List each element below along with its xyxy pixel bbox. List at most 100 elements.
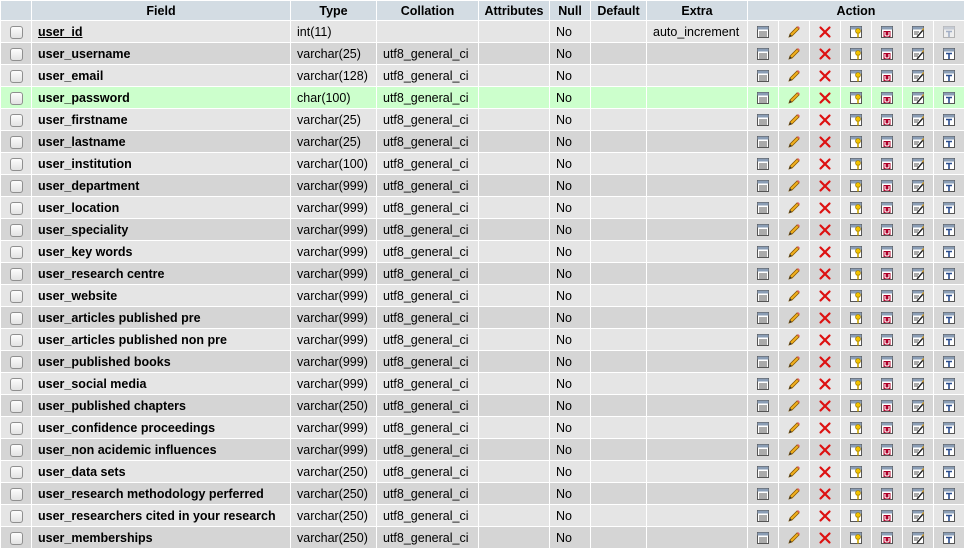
action-primary-key-cell[interactable] [841,307,871,328]
drop-icon[interactable] [818,509,832,523]
action-drop-cell[interactable] [810,329,840,350]
primary-key-icon[interactable] [849,421,863,435]
primary-key-icon[interactable] [849,443,863,457]
primary-key-icon[interactable] [849,69,863,83]
row-select-cell[interactable] [1,439,31,460]
action-browse-cell[interactable] [748,241,778,262]
action-browse-cell[interactable] [748,197,778,218]
table-row[interactable]: user_confidence proceedings varchar(999) u… [1,417,964,438]
fulltext-icon[interactable] [942,245,956,259]
row-select-cell[interactable] [1,307,31,328]
action-index-cell[interactable] [903,439,933,460]
action-edit-cell[interactable] [779,417,809,438]
index-icon[interactable] [911,113,925,127]
action-fulltext-cell[interactable] [934,131,964,152]
unique-icon[interactable] [880,47,894,61]
index-icon[interactable] [911,443,925,457]
primary-key-icon[interactable] [849,355,863,369]
action-edit-cell[interactable] [779,87,809,108]
action-drop-cell[interactable] [810,285,840,306]
action-primary-key-cell[interactable] [841,219,871,240]
index-icon[interactable] [911,69,925,83]
edit-icon[interactable] [787,179,801,193]
unique-icon[interactable] [880,311,894,325]
action-browse-cell[interactable] [748,219,778,240]
action-browse-cell[interactable] [748,263,778,284]
browse-icon[interactable] [756,135,770,149]
action-drop-cell[interactable] [810,439,840,460]
unique-icon[interactable] [880,487,894,501]
action-drop-cell[interactable] [810,153,840,174]
action-primary-key-cell[interactable] [841,527,871,548]
primary-key-icon[interactable] [849,201,863,215]
table-row[interactable]: user_email varchar(128) utf8_general_ci No [1,65,964,86]
action-fulltext-cell[interactable] [934,219,964,240]
table-row[interactable]: user_password char(100) utf8_general_ci No [1,87,964,108]
action-drop-cell[interactable] [810,351,840,372]
fulltext-icon[interactable] [942,333,956,347]
action-edit-cell[interactable] [779,395,809,416]
drop-icon[interactable] [818,91,832,105]
action-browse-cell[interactable] [748,483,778,504]
index-icon[interactable] [911,487,925,501]
row-checkbox[interactable] [9,355,23,369]
unique-icon[interactable] [880,179,894,193]
row-select-cell[interactable] [1,131,31,152]
index-icon[interactable] [911,421,925,435]
unique-icon[interactable] [880,531,894,545]
action-unique-cell[interactable] [872,109,902,130]
action-drop-cell[interactable] [810,527,840,548]
action-edit-cell[interactable] [779,263,809,284]
edit-icon[interactable] [787,157,801,171]
fulltext-icon[interactable] [942,531,956,545]
browse-icon[interactable] [756,25,770,39]
drop-icon[interactable] [818,333,832,347]
edit-icon[interactable] [787,509,801,523]
unique-icon[interactable] [880,91,894,105]
action-edit-cell[interactable] [779,131,809,152]
action-primary-key-cell[interactable] [841,351,871,372]
drop-icon[interactable] [818,421,832,435]
row-select-cell[interactable] [1,65,31,86]
row-select-cell[interactable] [1,351,31,372]
table-row[interactable]: user_key words varchar(999) utf8_general_c… [1,241,964,262]
unique-icon[interactable] [880,201,894,215]
action-index-cell[interactable] [903,43,933,64]
action-edit-cell[interactable] [779,285,809,306]
action-fulltext-cell[interactable] [934,65,964,86]
unique-icon[interactable] [880,157,894,171]
action-drop-cell[interactable] [810,21,840,42]
action-primary-key-cell[interactable] [841,131,871,152]
action-drop-cell[interactable] [810,461,840,482]
row-select-cell[interactable] [1,395,31,416]
unique-icon[interactable] [880,267,894,281]
row-select-cell[interactable] [1,505,31,526]
row-select-cell[interactable] [1,417,31,438]
edit-icon[interactable] [787,289,801,303]
index-icon[interactable] [911,289,925,303]
action-fulltext-cell[interactable] [934,87,964,108]
action-browse-cell[interactable] [748,439,778,460]
row-select-cell[interactable] [1,263,31,284]
drop-icon[interactable] [818,289,832,303]
action-drop-cell[interactable] [810,197,840,218]
row-checkbox[interactable] [9,377,23,391]
fulltext-icon[interactable] [942,311,956,325]
browse-icon[interactable] [756,443,770,457]
action-index-cell[interactable] [903,153,933,174]
unique-icon[interactable] [880,135,894,149]
action-index-cell[interactable] [903,219,933,240]
primary-key-icon[interactable] [849,91,863,105]
action-unique-cell[interactable] [872,483,902,504]
browse-icon[interactable] [756,509,770,523]
action-unique-cell[interactable] [872,417,902,438]
primary-key-icon[interactable] [849,487,863,501]
table-row[interactable]: user_website varchar(999) utf8_general_ci N… [1,285,964,306]
row-select-cell[interactable] [1,219,31,240]
browse-icon[interactable] [756,157,770,171]
action-index-cell[interactable] [903,197,933,218]
row-select-cell[interactable] [1,109,31,130]
edit-icon[interactable] [787,311,801,325]
row-checkbox[interactable] [9,531,23,545]
table-row[interactable]: user_memberships varchar(250) utf8_general… [1,527,964,548]
